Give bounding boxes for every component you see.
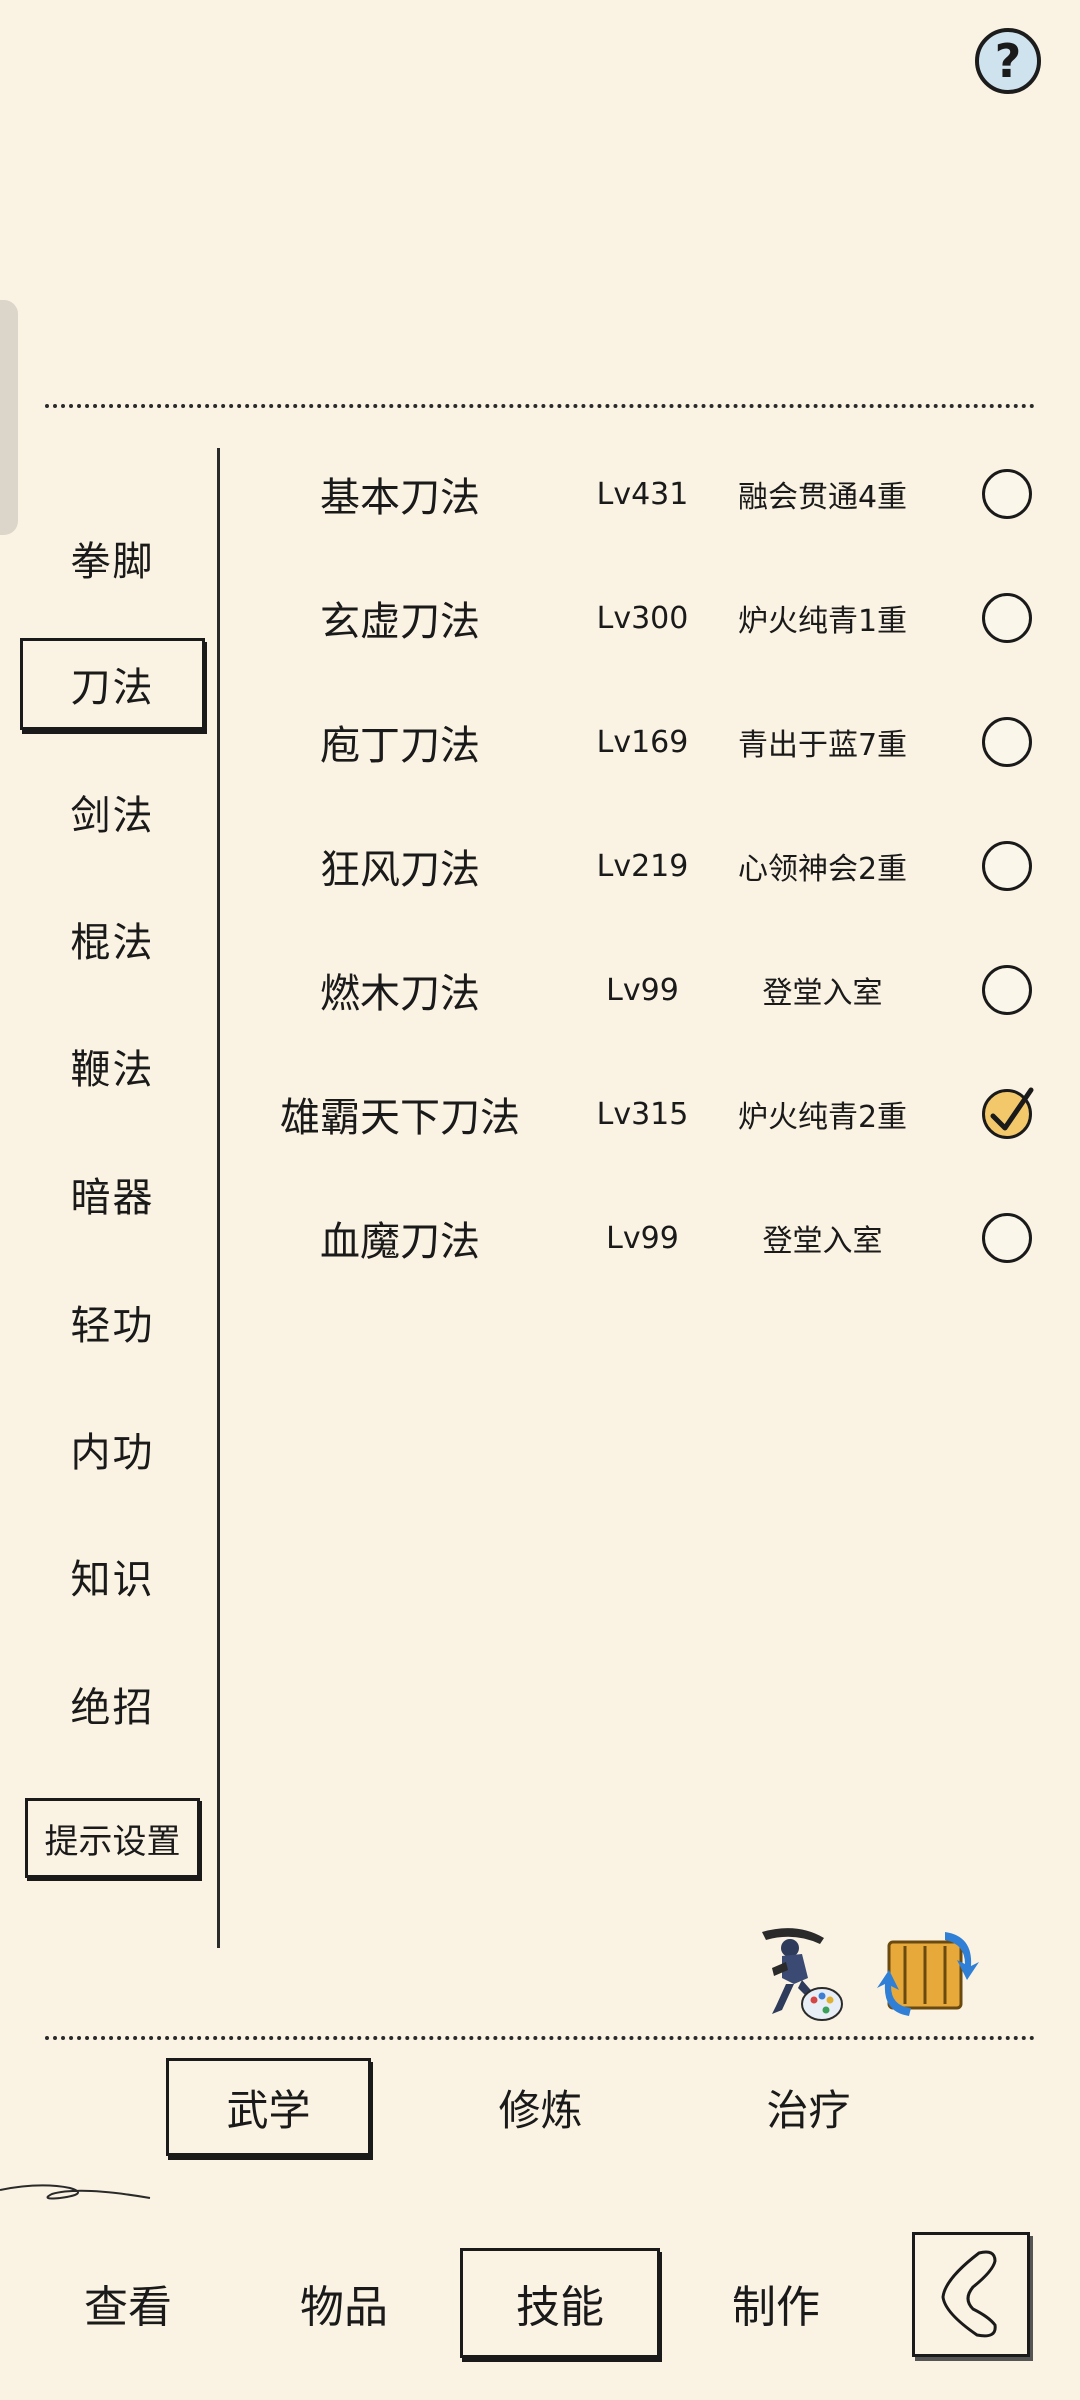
skill-row[interactable]: 基本刀法 Lv431 融会贯通4重 [230,444,1060,544]
category-label: 轻功 [70,1303,155,1349]
skill-rank: 融会贯通4重 [737,480,908,515]
skill-name: 基本刀法 [320,475,480,521]
skill-select-toggle[interactable] [982,469,1032,519]
skill-row[interactable]: 雄霸天下刀法 Lv315 炉火纯青2重 [230,1064,1060,1164]
skill-select-toggle[interactable] [982,717,1032,767]
skill-rank: 登堂入室 [762,976,883,1011]
category-anqi[interactable]: 暗器 [20,1148,205,1240]
category-label: 刀法 [70,665,155,711]
hint-settings-button[interactable]: 提示设置 [25,1798,200,1878]
nav-label: 制作 [732,2282,820,2333]
skill-name: 狂风刀法 [320,847,480,893]
category-label: 棍法 [70,920,155,966]
category-zhishi[interactable]: 知识 [20,1530,205,1622]
back-button[interactable] [912,2232,1030,2357]
skill-name: 燃木刀法 [320,971,480,1017]
top-divider [45,404,1035,408]
skill-rank: 炉火纯青1重 [737,604,908,639]
back-chevron-icon [941,2250,997,2338]
category-daofa[interactable]: 刀法 [20,638,205,730]
skill-level: Lv99 [606,972,679,1008]
checkmark-icon [990,1087,1034,1131]
skill-name: 玄虚刀法 [320,599,480,645]
skill-select-toggle[interactable] [982,593,1032,643]
skill-row[interactable]: 燃木刀法 Lv99 登堂入室 [230,940,1060,1040]
skill-row[interactable]: 玄虚刀法 Lv300 炉火纯青1重 [230,568,1060,668]
tab-label: 治疗 [766,2085,851,2135]
bottom-divider [45,2036,1035,2040]
skill-name: 雄霸天下刀法 [280,1095,520,1141]
skill-select-toggle[interactable] [982,965,1032,1015]
category-juezhao[interactable]: 绝招 [20,1658,205,1750]
nav-label: 查看 [84,2282,172,2333]
category-gunfa[interactable]: 棍法 [20,893,205,985]
nav-jineng[interactable]: 技能 [460,2248,660,2358]
skill-rank: 登堂入室 [762,1224,883,1259]
skill-select-toggle[interactable] [982,841,1032,891]
nav-wupin[interactable]: 物品 [244,2248,444,2358]
tab-xiulian[interactable]: 修炼 [438,2058,643,2156]
category-label: 暗器 [70,1175,155,1221]
skill-select-toggle[interactable] [982,1213,1032,1263]
category-label: 绝招 [70,1685,155,1731]
category-quanjiao[interactable]: 拳脚 [20,512,205,604]
skill-level: Lv315 [596,1096,689,1132]
skill-row[interactable]: 血魔刀法 Lv99 登堂入室 [230,1188,1060,1288]
category-neigong[interactable]: 内功 [20,1403,205,1495]
skill-rank: 青出于蓝7重 [737,728,908,763]
tab-label: 修炼 [498,2085,583,2135]
skill-row[interactable]: 庖丁刀法 Lv169 青出于蓝7重 [230,692,1060,792]
category-qinggong[interactable]: 轻功 [20,1276,205,1368]
side-drawer-handle[interactable] [0,300,18,535]
tab-zhiliao[interactable]: 治疗 [706,2058,911,2156]
skill-level: Lv431 [596,476,689,512]
nav-zhizuo[interactable]: 制作 [676,2248,876,2358]
category-label: 剑法 [70,793,155,839]
help-label: ? [994,34,1022,88]
skill-level: Lv99 [606,1220,679,1256]
help-button[interactable]: ? [975,28,1041,94]
skill-level: Lv219 [596,848,689,884]
skill-select-toggle[interactable] [982,1087,1034,1139]
skill-row[interactable]: 狂风刀法 Lv219 心领神会2重 [230,816,1060,916]
sidebar-divider [217,448,220,1948]
tab-label: 武学 [226,2085,311,2135]
category-label: 拳脚 [70,539,155,585]
category-label: 鞭法 [70,1047,155,1093]
tab-wuxue[interactable]: 武学 [166,2058,371,2156]
hint-settings-label: 提示设置 [44,1821,181,1862]
category-jianfa[interactable]: 剑法 [20,766,205,858]
skill-rank: 炉火纯青2重 [737,1100,908,1135]
skill-level: Lv300 [596,600,689,636]
category-label: 内功 [70,1430,155,1476]
martial-artist-icon[interactable] [742,1918,852,2028]
skill-name: 庖丁刀法 [320,723,480,769]
category-bianfa[interactable]: 鞭法 [20,1020,205,1112]
nav-label: 物品 [300,2282,388,2333]
skill-rank: 心领神会2重 [737,852,908,887]
skill-level: Lv169 [596,724,689,760]
nav-chakan[interactable]: 查看 [28,2248,228,2358]
scroll-swap-icon[interactable] [875,1918,985,2028]
nav-label: 技能 [516,2282,604,2333]
skill-name: 血魔刀法 [320,1219,480,1265]
brush-stroke-decoration [0,2184,151,2200]
category-label: 知识 [70,1557,155,1603]
